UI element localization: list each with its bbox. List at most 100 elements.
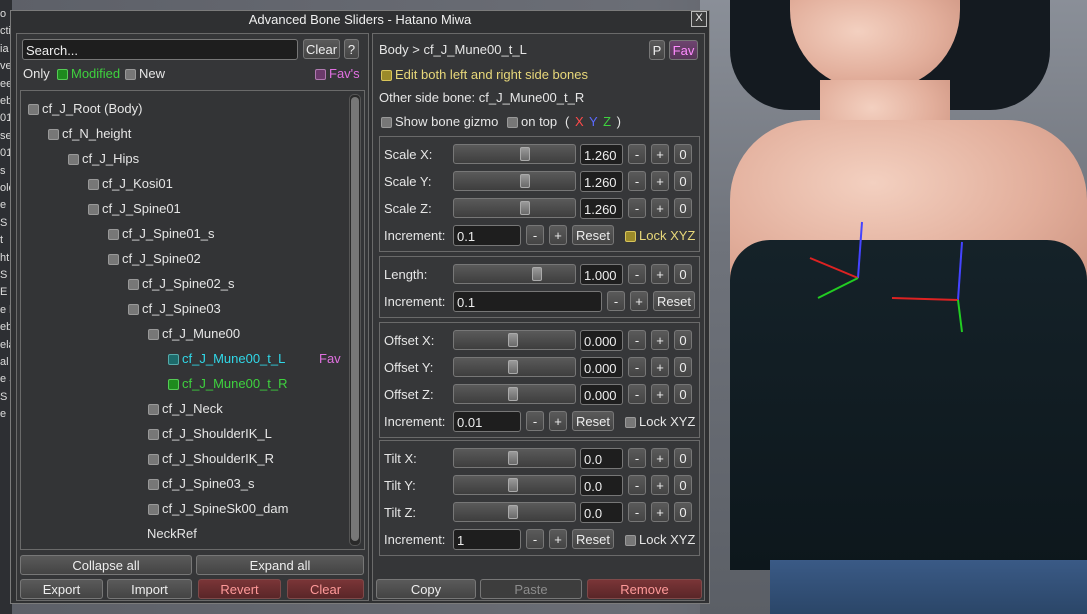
- tilt-value-field[interactable]: 0.0: [580, 475, 623, 496]
- bone-tree-checkbox[interactable]: [28, 104, 39, 116]
- bone-tree-checkbox[interactable]: [88, 204, 99, 216]
- length-zero-button[interactable]: 0: [674, 264, 692, 284]
- bone-tree-checkbox[interactable]: [68, 154, 79, 166]
- scale-slider[interactable]: [453, 144, 576, 164]
- scale-value-field[interactable]: 1.260: [580, 144, 623, 165]
- scale-zero-button[interactable]: 0: [674, 144, 692, 164]
- length-slider-knob[interactable]: [532, 267, 542, 281]
- scale-minus-button[interactable]: -: [628, 198, 646, 218]
- offset-zero-button[interactable]: 0: [674, 384, 692, 404]
- scale-lock-xyz-toggle[interactable]: Lock XYZ: [625, 228, 695, 243]
- paste-button[interactable]: Paste: [480, 579, 582, 599]
- scale-lock-xyz-checkbox[interactable]: [625, 231, 636, 243]
- tilt-slider-knob[interactable]: [508, 451, 518, 465]
- scale-slider[interactable]: [453, 171, 576, 191]
- tilt-increment-field[interactable]: 1: [453, 529, 521, 550]
- copy-button[interactable]: Copy: [376, 579, 476, 599]
- length-increment-minus-button[interactable]: -: [607, 291, 625, 311]
- offset-zero-button[interactable]: 0: [674, 330, 692, 350]
- favs-checkbox[interactable]: [315, 69, 326, 81]
- length-reset-button[interactable]: Reset: [653, 291, 695, 311]
- tilt-minus-button[interactable]: -: [628, 448, 646, 468]
- bone-tree-checkbox[interactable]: [168, 354, 179, 366]
- tilt-lock-xyz-toggle[interactable]: Lock XYZ: [625, 532, 695, 547]
- bone-tree-checkbox[interactable]: [148, 404, 159, 416]
- close-button[interactable]: X: [691, 11, 707, 27]
- offset-slider-knob[interactable]: [508, 360, 518, 374]
- tilt-value-field[interactable]: 0.0: [580, 502, 623, 523]
- remove-button[interactable]: Remove: [587, 579, 702, 599]
- bone-tree-item[interactable]: NeckRef: [147, 525, 197, 543]
- bone-tree-checkbox[interactable]: [148, 504, 159, 516]
- show-gizmo-checkbox[interactable]: [381, 117, 392, 129]
- help-button[interactable]: ?: [344, 39, 359, 59]
- edit-both-toggle[interactable]: Edit both left and right side bones: [381, 67, 588, 82]
- offset-zero-button[interactable]: 0: [674, 357, 692, 377]
- scale-reset-button[interactable]: Reset: [572, 225, 614, 245]
- bone-tree-checkbox[interactable]: [148, 454, 159, 466]
- scale-slider-knob[interactable]: [520, 174, 530, 188]
- bone-tree-checkbox[interactable]: [108, 229, 119, 241]
- length-plus-button[interactable]: +: [651, 264, 669, 284]
- import-button[interactable]: Import: [107, 579, 192, 599]
- revert-button[interactable]: Revert: [198, 579, 281, 599]
- bone-sliders-window[interactable]: Advanced Bone Sliders - Hatano Miwa X Se…: [10, 10, 710, 604]
- scale-value-field[interactable]: 1.260: [580, 198, 623, 219]
- tilt-slider-knob[interactable]: [508, 478, 518, 492]
- bone-tree-item[interactable]: cf_J_Spine03_s: [148, 475, 255, 493]
- fav-button[interactable]: Fav: [669, 40, 698, 60]
- offset-slider[interactable]: [453, 330, 576, 350]
- modified-checkbox[interactable]: [57, 69, 68, 81]
- offset-plus-button[interactable]: +: [651, 357, 669, 377]
- bone-tree-checkbox[interactable]: [128, 304, 139, 316]
- scale-minus-button[interactable]: -: [628, 171, 646, 191]
- offset-plus-button[interactable]: +: [651, 330, 669, 350]
- scale-plus-button[interactable]: +: [651, 144, 669, 164]
- filter-new-toggle[interactable]: New: [125, 66, 165, 81]
- bone-tree-checkbox[interactable]: [148, 429, 159, 441]
- edit-both-checkbox[interactable]: [381, 70, 392, 82]
- tilt-slider-knob[interactable]: [508, 505, 518, 519]
- bone-tree-checkbox[interactable]: [148, 329, 159, 341]
- offset-increment-plus-button[interactable]: +: [549, 411, 567, 431]
- filter-favs-toggle[interactable]: Fav's: [315, 66, 360, 81]
- scale-zero-button[interactable]: 0: [674, 198, 692, 218]
- bone-tree-item[interactable]: cf_J_Root (Body): [28, 100, 142, 118]
- tilt-value-field[interactable]: 0.0: [580, 448, 623, 469]
- offset-value-field[interactable]: 0.000: [580, 330, 623, 351]
- tilt-increment-plus-button[interactable]: +: [549, 529, 567, 549]
- offset-value-field[interactable]: 0.000: [580, 357, 623, 378]
- length-slider[interactable]: [453, 264, 576, 284]
- scale-increment-plus-button[interactable]: +: [549, 225, 567, 245]
- tilt-slider[interactable]: [453, 475, 576, 495]
- scale-plus-button[interactable]: +: [651, 198, 669, 218]
- collapse-all-button[interactable]: Collapse all: [20, 555, 192, 575]
- tilt-plus-button[interactable]: +: [651, 502, 669, 522]
- tree-scrollbar[interactable]: [349, 94, 361, 546]
- tilt-slider[interactable]: [453, 448, 576, 468]
- length-value-field[interactable]: 1.000: [580, 264, 623, 285]
- expand-all-button[interactable]: Expand all: [196, 555, 364, 575]
- tilt-zero-button[interactable]: 0: [674, 502, 692, 522]
- bone-tree-item[interactable]: cf_J_Spine01_s: [108, 225, 215, 243]
- tilt-increment-minus-button[interactable]: -: [526, 529, 544, 549]
- tilt-reset-button[interactable]: Reset: [572, 529, 614, 549]
- bone-tree-checkbox[interactable]: [168, 379, 179, 391]
- tilt-slider[interactable]: [453, 502, 576, 522]
- tilt-plus-button[interactable]: +: [651, 448, 669, 468]
- scale-zero-button[interactable]: 0: [674, 171, 692, 191]
- scale-plus-button[interactable]: +: [651, 171, 669, 191]
- tilt-zero-button[interactable]: 0: [674, 448, 692, 468]
- offset-lock-xyz-checkbox[interactable]: [625, 417, 636, 429]
- scale-increment-field[interactable]: 0.1: [453, 225, 521, 246]
- bone-tree-item[interactable]: cf_J_Spine02: [108, 250, 201, 268]
- bone-tree-item[interactable]: cf_J_Neck: [148, 400, 223, 418]
- filter-modified-toggle[interactable]: Modified: [57, 66, 120, 81]
- bone-tree-item[interactable]: cf_J_ShoulderIK_L: [148, 425, 272, 443]
- tilt-minus-button[interactable]: -: [628, 475, 646, 495]
- tilt-lock-xyz-checkbox[interactable]: [625, 535, 636, 547]
- show-gizmo-toggle[interactable]: Show bone gizmo: [381, 114, 498, 129]
- offset-minus-button[interactable]: -: [628, 330, 646, 350]
- bone-tree-item[interactable]: cf_J_Spine01: [88, 200, 181, 218]
- bone-tree-checkbox[interactable]: [48, 129, 59, 141]
